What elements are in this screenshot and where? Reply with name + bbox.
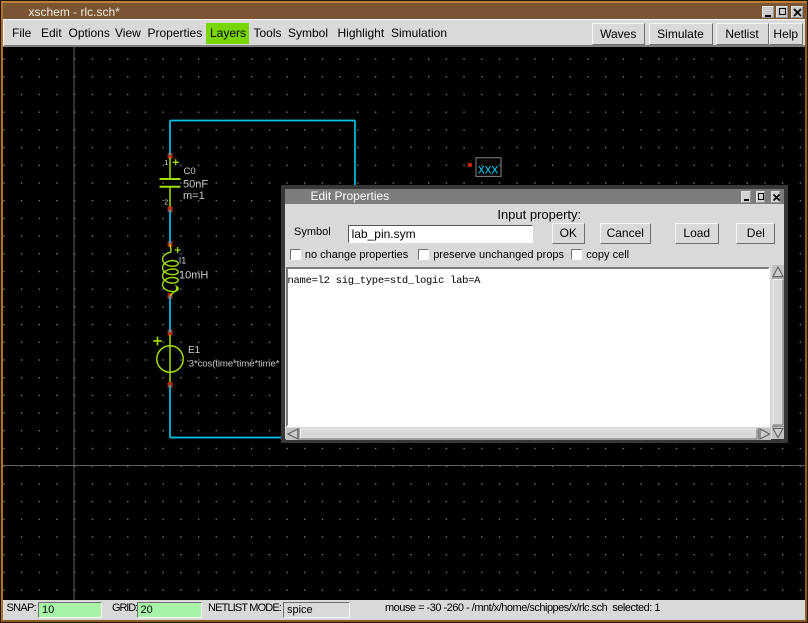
svg-text:1: 1	[164, 159, 168, 166]
svg-text:'3*cos(time*time*time*: '3*cos(time*time*time*	[187, 358, 280, 369]
svg-text:50nF: 50nF	[183, 178, 208, 190]
svg-text:m=1: m=1	[183, 190, 205, 202]
svg-text:E1: E1	[188, 344, 201, 355]
svg-text:xxx: xxx	[478, 161, 499, 176]
svg-text:10mH: 10mH	[179, 269, 208, 281]
svg-text:2: 2	[164, 199, 168, 206]
svg-text:l1: l1	[179, 255, 186, 266]
svg-text:C0: C0	[184, 165, 196, 176]
